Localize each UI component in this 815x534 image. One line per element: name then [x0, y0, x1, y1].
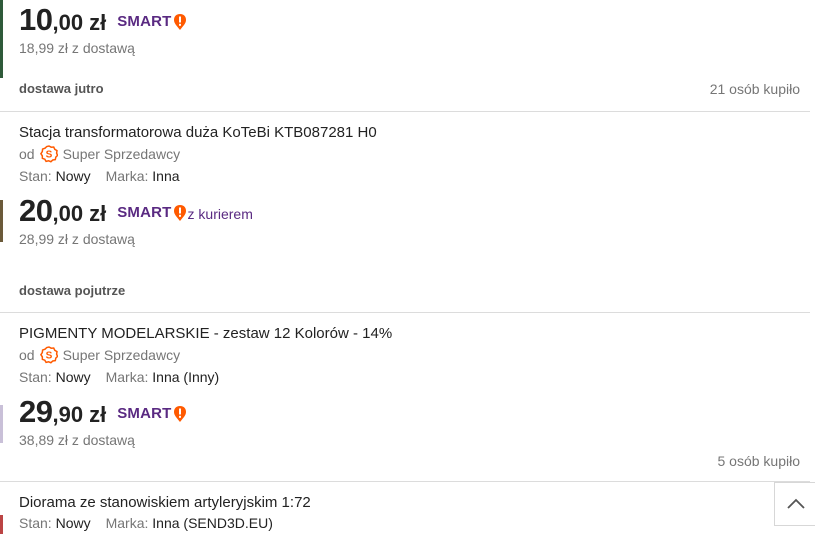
smart-badge: SMART z kurierem [117, 204, 253, 222]
thumbnail-edge[interactable] [0, 0, 3, 78]
offer-attributes: Stan: Nowy Marka: Inna (SEND3D.EU) [19, 515, 273, 531]
offer-attributes: Stan: Nowy Marka: Inna [19, 168, 180, 184]
offer-title-link[interactable]: PIGMENTY MODELARSKIE - zestaw 12 Kolorów… [19, 325, 392, 342]
svg-text:S: S [45, 351, 52, 362]
exclamation-badge-icon [173, 405, 186, 422]
offer-divider [0, 111, 810, 112]
seller-name: Super Sprzedawcy [62, 146, 181, 162]
smart-courier-label: z kurierem [187, 205, 253, 222]
offer-price: 29,90 zł SMART [19, 394, 187, 430]
svg-text:S: S [45, 150, 52, 161]
scroll-to-top-button[interactable] [774, 482, 815, 526]
shipping-time: dostawa pojutrze [19, 283, 126, 298]
smart-badge: SMART [117, 405, 186, 423]
smart-badge: SMART [117, 13, 186, 31]
super-seller-badge-icon: S [39, 145, 58, 163]
seller-name: Super Sprzedawcy [62, 347, 181, 363]
chevron-up-icon [787, 498, 805, 509]
exclamation-badge-icon [173, 204, 186, 221]
shipping-time: dostawa jutro [19, 81, 104, 96]
offer-title-link[interactable]: Diorama ze stanowiskiem artyleryjskim 1:… [19, 494, 311, 511]
thumbnail-edge[interactable] [0, 405, 3, 443]
offer-divider [0, 481, 810, 482]
super-seller-badge-icon: S [39, 346, 58, 364]
thumbnail-edge[interactable] [0, 200, 3, 242]
offer-title-link[interactable]: Stacja transformatorowa duża KoTeBi KTB0… [19, 124, 377, 141]
offer-price: 20,00 zł SMART z kurierem [19, 193, 253, 228]
offer-divider [0, 312, 810, 313]
delivery-price: 38,89 zł z dostawą [19, 432, 135, 448]
offer-attributes: Stan: Nowy Marka: Inna (Inny) [19, 369, 220, 385]
thumbnail-edge[interactable] [0, 515, 3, 534]
seller-line: od S Super Sprzedawcy [19, 346, 181, 364]
offer-price: 10,00 zł SMART [19, 2, 187, 38]
seller-line: od S Super Sprzedawcy [19, 145, 181, 163]
delivery-price: 18,99 zł z dostawą [19, 40, 135, 56]
bought-count: 21 osób kupiło [709, 81, 800, 97]
exclamation-badge-icon [173, 13, 186, 30]
delivery-price: 28,99 zł z dostawą [19, 231, 135, 247]
bought-count: 5 osób kupiło [717, 453, 800, 469]
